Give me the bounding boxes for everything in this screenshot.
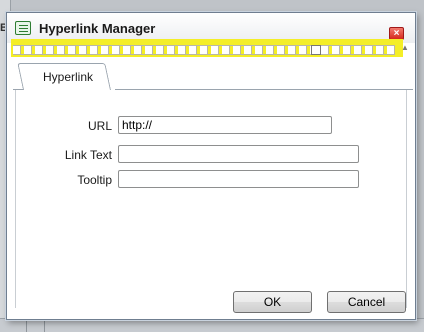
tooltip-input[interactable] bbox=[118, 170, 359, 188]
highlighted-toolbar[interactable]: ▲ bbox=[11, 39, 409, 57]
background-separator bbox=[26, 319, 27, 332]
toolbar-button-strip[interactable] bbox=[13, 45, 395, 55]
dialog-app-icon bbox=[15, 21, 31, 35]
link-text-label: Link Text bbox=[64, 148, 112, 162]
link-text-input[interactable] bbox=[118, 145, 359, 163]
ok-button[interactable]: OK bbox=[233, 291, 312, 313]
background-separator bbox=[44, 319, 45, 332]
tab-hyperlink-label: Hyperlink bbox=[43, 70, 94, 84]
url-input[interactable] bbox=[118, 116, 332, 134]
dialog-title: Hyperlink Manager bbox=[39, 21, 156, 36]
toolbar-marker bbox=[311, 45, 321, 55]
cancel-button[interactable]: Cancel bbox=[327, 291, 406, 313]
background-status-strip bbox=[0, 318, 424, 332]
url-label: URL bbox=[87, 119, 112, 133]
tooltip-label: Tooltip bbox=[77, 173, 112, 187]
hyperlink-manager-dialog: Hyperlink Manager × ▲ Hyperlink URL Link… bbox=[6, 12, 416, 320]
toolbar-scroll-up-icon[interactable]: ▲ bbox=[401, 44, 409, 52]
